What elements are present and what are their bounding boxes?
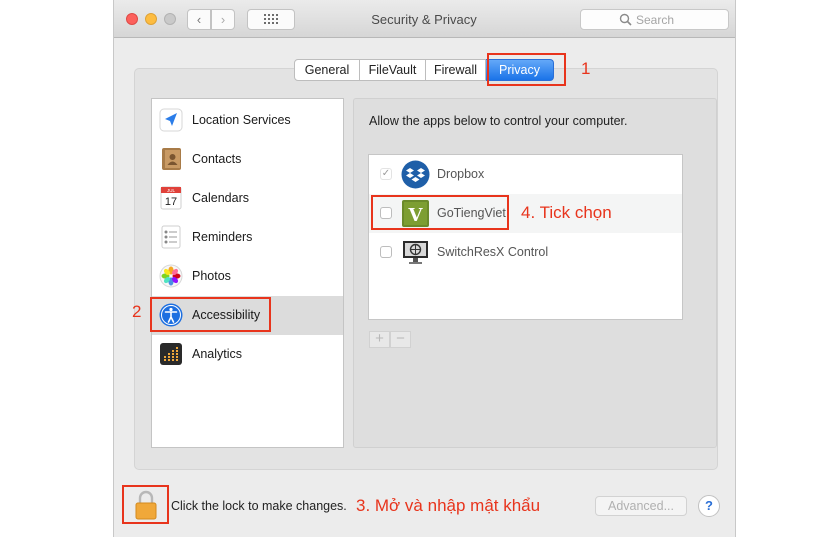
photos-flower-icon [159,264,183,288]
tab-general[interactable]: General [294,59,360,81]
dropbox-icon [401,160,430,189]
search-icon [619,13,632,26]
dropbox-checkbox[interactable]: ✓ [380,168,392,180]
annotation-box-privacy-tab [487,53,566,86]
title-bar: ‹ › Security & Privacy Search [114,0,735,38]
app-list: ✓ Dropbox V GoTiengViet SwitchResX Contr… [368,154,683,320]
lock-instructions: Click the lock to make changes. [171,499,347,513]
remove-app-button[interactable]: − [390,331,411,348]
close-window-button[interactable] [126,13,138,25]
sidebar-item-photos[interactable]: Photos [152,257,343,296]
app-name: SwitchResX Control [437,245,549,259]
app-name: Dropbox [437,167,485,181]
chevron-left-icon: ‹ [196,12,202,27]
search-field[interactable]: Search [580,9,729,30]
annotation-step-3: 3. Mở và nhập mật khẩu [356,496,541,515]
calendar-day: 17 [165,196,177,208]
contacts-book-icon [162,148,181,170]
app-row-dropbox: ✓ Dropbox [369,155,682,194]
switchresx-checkbox[interactable] [380,246,392,258]
tab-firewall[interactable]: Firewall [426,59,486,81]
annotation-step-4: 4. Tick chọn [521,203,612,222]
annotation-step-2: 2 [132,302,142,321]
advanced-button[interactable]: Advanced... [595,496,687,516]
privacy-category-list: Location Services Contacts JUL 17 Calend… [151,98,344,448]
sidebar-item-label: Location Services [192,113,291,127]
zoom-window-button[interactable] [164,13,176,25]
annotation-box-lock [122,485,169,524]
calendar-month: JUL [167,188,175,193]
minimize-window-button[interactable] [145,13,157,25]
reminders-list-icon [161,225,181,249]
check-mark-icon: ✓ [381,168,391,179]
sidebar-item-contacts[interactable]: Contacts [152,140,343,179]
forward-button[interactable]: › [211,9,235,30]
back-button[interactable]: ‹ [187,9,211,30]
sidebar-item-label: Photos [192,269,231,283]
sidebar-item-label: Reminders [192,230,253,244]
help-button[interactable]: ? [698,495,720,517]
annotation-box-accessibility [150,297,271,332]
sidebar-item-calendars[interactable]: JUL 17 Calendars [152,179,343,218]
calendar-icon: JUL 17 [160,186,182,210]
security-privacy-window: ‹ › Security & Privacy Search General Fi… [113,0,736,537]
grid-icon [264,14,278,24]
annotation-step-1: 1 [581,59,591,78]
window-title: Security & Privacy [371,12,477,27]
app-row-switchresx: SwitchResX Control [369,233,682,272]
sidebar-item-reminders[interactable]: Reminders [152,218,343,257]
sidebar-item-analytics[interactable]: Analytics [152,335,343,374]
sidebar-item-location-services[interactable]: Location Services [152,101,343,140]
switchresx-monitor-icon [403,241,428,264]
analytics-grid-icon [160,343,182,365]
allow-description: Allow the apps below to control your com… [369,114,628,128]
location-arrow-icon [159,108,183,132]
sidebar-item-label: Contacts [192,152,242,166]
annotation-box-gotiengviet [371,195,509,230]
show-all-button[interactable] [247,9,295,30]
chevron-right-icon: › [220,12,226,27]
search-placeholder: Search [636,13,675,27]
tab-filevault[interactable]: FileVault [360,59,426,81]
sidebar-item-label: Calendars [192,191,249,205]
sidebar-item-label: Analytics [192,347,243,361]
add-app-button[interactable]: + [369,331,390,348]
